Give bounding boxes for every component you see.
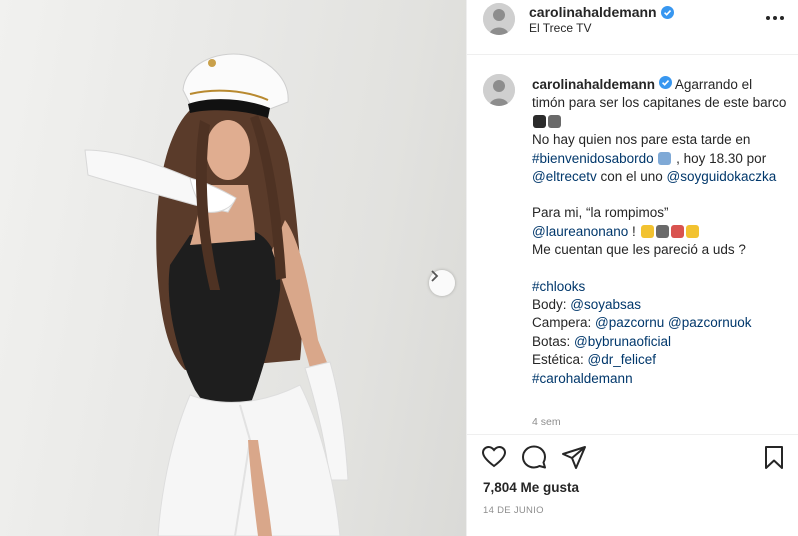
rocket-emoji-icon <box>670 224 684 238</box>
post-header: carolinahaldemann El Trece TV <box>467 0 798 55</box>
verified-icon <box>658 76 672 89</box>
caption-timestamp[interactable]: 4 sem <box>532 416 561 428</box>
likes-count[interactable]: 7,804 Me gusta <box>483 480 579 495</box>
ship-emoji-icon <box>533 114 546 128</box>
like-button[interactable] <box>481 444 507 470</box>
save-button[interactable] <box>761 444 787 470</box>
chevron-right-icon <box>431 270 439 282</box>
mention-link[interactable]: @dr_felicef <box>588 352 656 367</box>
face-emoji-icon <box>640 224 654 238</box>
airplane-emoji-icon <box>658 151 672 165</box>
mention-link[interactable]: @pazcornuok <box>668 315 752 330</box>
username-link[interactable]: carolinahaldemann <box>529 4 657 20</box>
share-icon <box>562 446 586 469</box>
laughing-emoji-icon <box>685 224 699 238</box>
post-photo-illustration <box>84 53 349 536</box>
avatar-image <box>483 3 515 35</box>
action-bar <box>467 436 798 476</box>
caption-line-3: Para mi, “la rompimos” <box>532 205 669 221</box>
mention-link[interactable]: @bybrunaoficial <box>574 334 671 349</box>
next-photo-button[interactable] <box>429 270 455 296</box>
mention-link[interactable]: @soyabsas <box>570 297 641 312</box>
mention-link[interactable]: @eltrecetv <box>532 169 597 184</box>
caption-line-2: No hay quien nos pare esta tarde en #bie… <box>532 132 777 185</box>
post-date[interactable]: 14 DE JUNIO <box>483 505 544 516</box>
share-button[interactable] <box>561 444 587 470</box>
caption-username[interactable]: carolinahaldemann <box>532 77 655 92</box>
more-options-button[interactable] <box>763 10 787 26</box>
hashtag-link[interactable]: #bienvenidosabordo <box>532 151 654 166</box>
caption-text: carolinahaldemann Agarrando el timón par… <box>532 76 787 386</box>
bookmark-icon <box>765 446 783 469</box>
post-details-panel: carolinahaldemann El Trece TV carolinaha… <box>466 0 798 536</box>
hashtag-link[interactable]: #carohaldemann <box>532 371 633 386</box>
caption-line-5: Me cuentan que les pareció a uds ? <box>532 242 746 258</box>
comment-button[interactable] <box>521 444 547 470</box>
anchor-emoji-icon <box>548 114 561 128</box>
hashtag-link[interactable]: #chlooks <box>532 279 585 294</box>
caption-section: carolinahaldemann Agarrando el timón par… <box>467 54 798 435</box>
mention-link[interactable]: @laureanonano <box>532 224 628 239</box>
heart-icon <box>481 445 507 468</box>
more-icon <box>766 16 770 20</box>
verified-icon <box>660 5 674 19</box>
caption-avatar[interactable] <box>483 74 515 106</box>
anchor-emoji-icon <box>655 224 669 238</box>
mention-link[interactable]: @soyguidokaczka <box>667 169 777 184</box>
comment-icon <box>522 445 546 469</box>
caption-line-4: @laureanonano ! <box>532 223 787 241</box>
avatar[interactable] <box>483 3 515 35</box>
post-image[interactable] <box>0 0 466 536</box>
mention-link[interactable]: @pazcornu <box>595 315 664 330</box>
caption-line-1: carolinahaldemann Agarrando el timón par… <box>532 76 787 131</box>
post-author: carolinahaldemann <box>529 4 674 20</box>
location-link[interactable]: El Trece TV <box>529 21 591 35</box>
avatar-image <box>483 74 515 106</box>
